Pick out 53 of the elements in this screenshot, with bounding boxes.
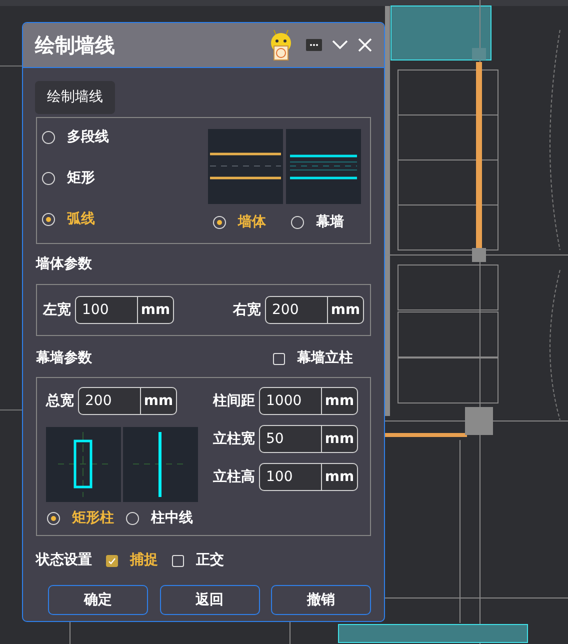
field-label: 右宽 bbox=[233, 300, 261, 320]
close-icon[interactable] bbox=[358, 38, 372, 52]
field-label: 总宽 bbox=[46, 392, 74, 410]
rectangular-column-preview-icon bbox=[46, 427, 121, 502]
radio-button[interactable] bbox=[213, 216, 226, 228]
value-field[interactable]: 200 bbox=[265, 296, 328, 324]
wall-preview-icon bbox=[208, 128, 283, 204]
field-label: 柱间距 bbox=[212, 392, 255, 410]
section-title: 墙体参数 bbox=[36, 255, 93, 274]
radio-button[interactable] bbox=[126, 512, 139, 525]
value-field[interactable]: 200 bbox=[78, 387, 141, 415]
radio-button[interactable] bbox=[291, 216, 304, 228]
radio-label: 弧线 bbox=[67, 210, 95, 229]
checkbox-label: 正交 bbox=[196, 550, 224, 570]
dialog-button[interactable]: 撤销 bbox=[271, 585, 371, 615]
section-title: 幕墙参数 bbox=[36, 349, 92, 368]
checkbox-label: 幕墙立柱 bbox=[297, 348, 353, 368]
section-title: 状态设置 bbox=[36, 551, 92, 570]
field-label: 左宽 bbox=[43, 300, 71, 320]
unit-label: mm bbox=[322, 425, 358, 453]
unit-label: mm bbox=[322, 387, 358, 415]
more-icon[interactable] bbox=[306, 39, 322, 51]
radio-button[interactable] bbox=[47, 512, 60, 525]
value-field[interactable]: 100 bbox=[75, 296, 138, 324]
radio-label: 墙体 bbox=[238, 212, 266, 232]
checkbox[interactable] bbox=[106, 554, 118, 566]
radio-label: 矩形 bbox=[67, 169, 95, 188]
checkbox[interactable] bbox=[273, 352, 285, 364]
field-label: 立柱高 bbox=[212, 468, 255, 486]
radio-label: 柱中线 bbox=[151, 509, 193, 528]
dialog-button[interactable]: 确定 bbox=[48, 585, 148, 615]
radio-label: 幕墙 bbox=[316, 212, 344, 232]
unit-label: mm bbox=[138, 296, 174, 324]
radio-label: 多段线 bbox=[67, 128, 109, 147]
value-field[interactable]: 100 bbox=[259, 463, 322, 491]
radio-label: 矩形柱 bbox=[72, 509, 114, 528]
unit-label: mm bbox=[141, 387, 177, 415]
column-centerline-preview-icon bbox=[123, 427, 198, 502]
unit-label: mm bbox=[328, 296, 364, 324]
field-label: 立柱宽 bbox=[212, 430, 255, 448]
radio-button[interactable] bbox=[42, 172, 55, 185]
tooltip: 绘制墙线 bbox=[35, 81, 115, 114]
chevron-down-icon[interactable] bbox=[332, 40, 348, 50]
radio-button[interactable] bbox=[42, 131, 55, 144]
checkbox-label: 捕捉 bbox=[130, 551, 158, 570]
dialog-button[interactable]: 返回 bbox=[160, 585, 260, 615]
curtain-wall-preview-icon bbox=[286, 128, 361, 204]
value-field[interactable]: 1000 bbox=[259, 387, 322, 415]
value-field[interactable]: 50 bbox=[259, 425, 322, 453]
radio-button[interactable] bbox=[42, 213, 55, 226]
window-title: 绘制墙线 bbox=[35, 32, 115, 59]
unit-label: mm bbox=[322, 463, 358, 491]
checkbox[interactable] bbox=[172, 554, 184, 566]
